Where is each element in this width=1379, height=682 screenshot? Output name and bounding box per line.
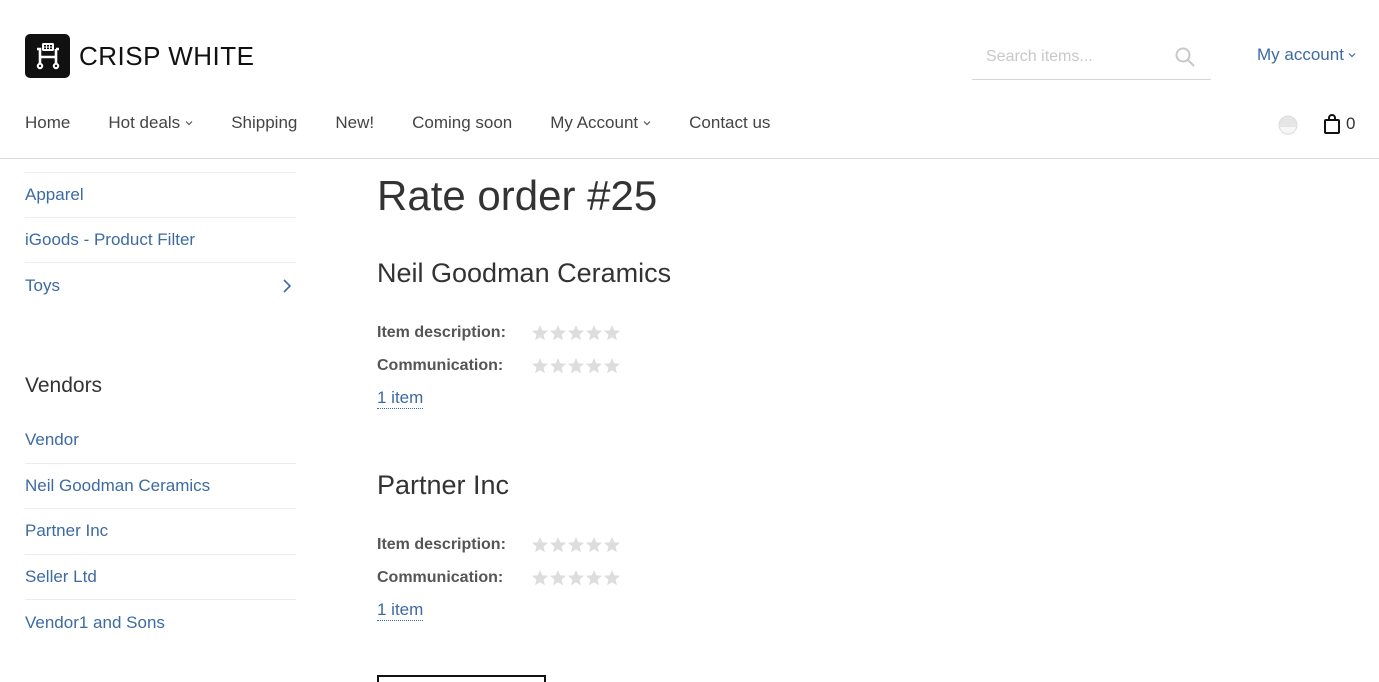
nav-item-hot-deals[interactable]: Hot deals bbox=[108, 113, 193, 133]
nav-item-home[interactable]: Home bbox=[25, 113, 70, 133]
star-icon[interactable] bbox=[549, 357, 567, 375]
vendor-name: Partner Inc bbox=[377, 470, 510, 500]
nav-item-coming-soon[interactable]: Coming soon bbox=[412, 113, 512, 133]
items-link[interactable]: 1 item bbox=[377, 600, 424, 621]
star-icon[interactable] bbox=[531, 357, 549, 375]
star-icon[interactable] bbox=[585, 357, 603, 375]
chevron-down-icon bbox=[643, 121, 651, 126]
logo-icon bbox=[25, 34, 70, 78]
store-logo[interactable]: CRISP WHITE bbox=[25, 34, 254, 78]
rating-row-item-description: Item description: bbox=[377, 528, 877, 561]
vendor-item-neil-goodman-ceramics[interactable]: Neil Goodman Ceramics bbox=[25, 464, 296, 509]
vendors-heading: Vendors bbox=[25, 374, 103, 397]
vendor-list: Vendor Neil Goodman Ceramics Partner Inc… bbox=[25, 418, 296, 646]
nav-label: Contact us bbox=[689, 113, 771, 132]
star-rating[interactable] bbox=[531, 536, 621, 554]
star-icon[interactable] bbox=[567, 536, 585, 554]
star-icon[interactable] bbox=[567, 357, 585, 375]
nav-item-contact-us[interactable]: Contact us bbox=[689, 113, 770, 133]
star-icon[interactable] bbox=[549, 536, 567, 554]
nav-item-my-account[interactable]: My Account bbox=[550, 113, 651, 133]
category-label: Apparel bbox=[25, 185, 84, 204]
search-input[interactable] bbox=[972, 41, 1172, 72]
items-link[interactable]: 1 item bbox=[377, 388, 424, 409]
star-rating[interactable] bbox=[531, 357, 621, 375]
vendor-label: Vendor bbox=[25, 430, 79, 450]
category-item-toys[interactable]: Toys bbox=[25, 263, 296, 308]
category-label: Toys bbox=[25, 275, 60, 295]
my-account-label: My account bbox=[1257, 45, 1344, 64]
star-icon[interactable] bbox=[549, 569, 567, 587]
vendor-rating-block: Neil Goodman Ceramics Item description: … bbox=[377, 258, 877, 409]
nav-label: Home bbox=[25, 113, 71, 132]
vendor-item-seller-ltd[interactable]: Seller Ltd bbox=[25, 555, 296, 600]
star-rating[interactable] bbox=[531, 324, 621, 342]
star-rating[interactable] bbox=[531, 569, 621, 587]
search-box bbox=[972, 34, 1211, 80]
star-icon[interactable] bbox=[585, 569, 603, 587]
star-icon[interactable] bbox=[603, 324, 621, 342]
cart-button[interactable]: 0 bbox=[1323, 114, 1355, 134]
rating-row-communication: Communication: bbox=[377, 349, 877, 382]
rating-row-item-description: Item description: bbox=[377, 316, 877, 349]
star-icon[interactable] bbox=[585, 324, 603, 342]
star-icon[interactable] bbox=[531, 324, 549, 342]
vendor-label: Partner Inc bbox=[25, 521, 109, 541]
header-divider bbox=[0, 158, 1379, 159]
chevron-down-icon bbox=[1348, 53, 1356, 58]
shopping-bag-icon bbox=[1324, 114, 1340, 134]
vendor-item-partner-inc[interactable]: Partner Inc bbox=[25, 509, 296, 555]
vendor-name: Neil Goodman Ceramics bbox=[377, 258, 672, 288]
theme-toggle-icon[interactable] bbox=[1278, 115, 1298, 135]
nav-label: My Account bbox=[550, 113, 639, 132]
rating-label: Communication: bbox=[377, 356, 504, 374]
nav-label: Hot deals bbox=[108, 113, 181, 132]
nav-label: New! bbox=[335, 113, 375, 132]
vendor-item-vendor[interactable]: Vendor bbox=[25, 418, 296, 464]
category-label: iGoods - Product Filter bbox=[25, 230, 196, 249]
star-icon[interactable] bbox=[585, 536, 603, 554]
star-icon[interactable] bbox=[567, 569, 585, 587]
my-account-dropdown[interactable]: My account bbox=[1257, 45, 1356, 65]
star-icon[interactable] bbox=[531, 536, 549, 554]
vendor-label: Vendor1 and Sons bbox=[25, 612, 165, 632]
page-title: Rate order #25 bbox=[377, 172, 658, 219]
rating-label: Communication: bbox=[377, 568, 504, 586]
category-item-apparel[interactable]: Apparel bbox=[25, 173, 296, 218]
star-icon[interactable] bbox=[603, 536, 621, 554]
rating-label: Item description: bbox=[377, 323, 506, 341]
logo-text: CRISP WHITE bbox=[79, 40, 255, 71]
search-icon[interactable] bbox=[1175, 47, 1195, 67]
star-icon[interactable] bbox=[567, 324, 585, 342]
cart-count: 0 bbox=[1346, 114, 1356, 133]
chevron-right-icon[interactable] bbox=[282, 278, 292, 293]
star-icon[interactable] bbox=[549, 324, 567, 342]
submit-rating-button[interactable] bbox=[377, 675, 546, 682]
rating-row-communication: Communication: bbox=[377, 561, 877, 594]
star-icon[interactable] bbox=[603, 357, 621, 375]
vendor-item-vendor1-and-sons[interactable]: Vendor1 and Sons bbox=[25, 600, 296, 646]
star-icon[interactable] bbox=[603, 569, 621, 587]
nav-label: Shipping bbox=[231, 113, 298, 132]
vendor-label: Neil Goodman Ceramics bbox=[25, 475, 211, 495]
category-item-igoods-product-filter[interactable]: iGoods - Product Filter bbox=[25, 218, 296, 263]
chevron-down-icon bbox=[185, 121, 193, 126]
nav-label: Coming soon bbox=[412, 113, 513, 132]
nav-item-shipping[interactable]: Shipping bbox=[231, 113, 297, 133]
category-list: Apparel iGoods - Product Filter Toys bbox=[25, 172, 296, 308]
rating-label: Item description: bbox=[377, 535, 506, 553]
main-nav: Home Hot deals Shipping New! Coming soon… bbox=[25, 113, 808, 133]
star-icon[interactable] bbox=[531, 569, 549, 587]
vendor-rating-block: Partner Inc Item description: Communicat… bbox=[377, 470, 877, 621]
nav-item-new[interactable]: New! bbox=[335, 113, 374, 133]
vendor-label: Seller Ltd bbox=[25, 566, 97, 586]
